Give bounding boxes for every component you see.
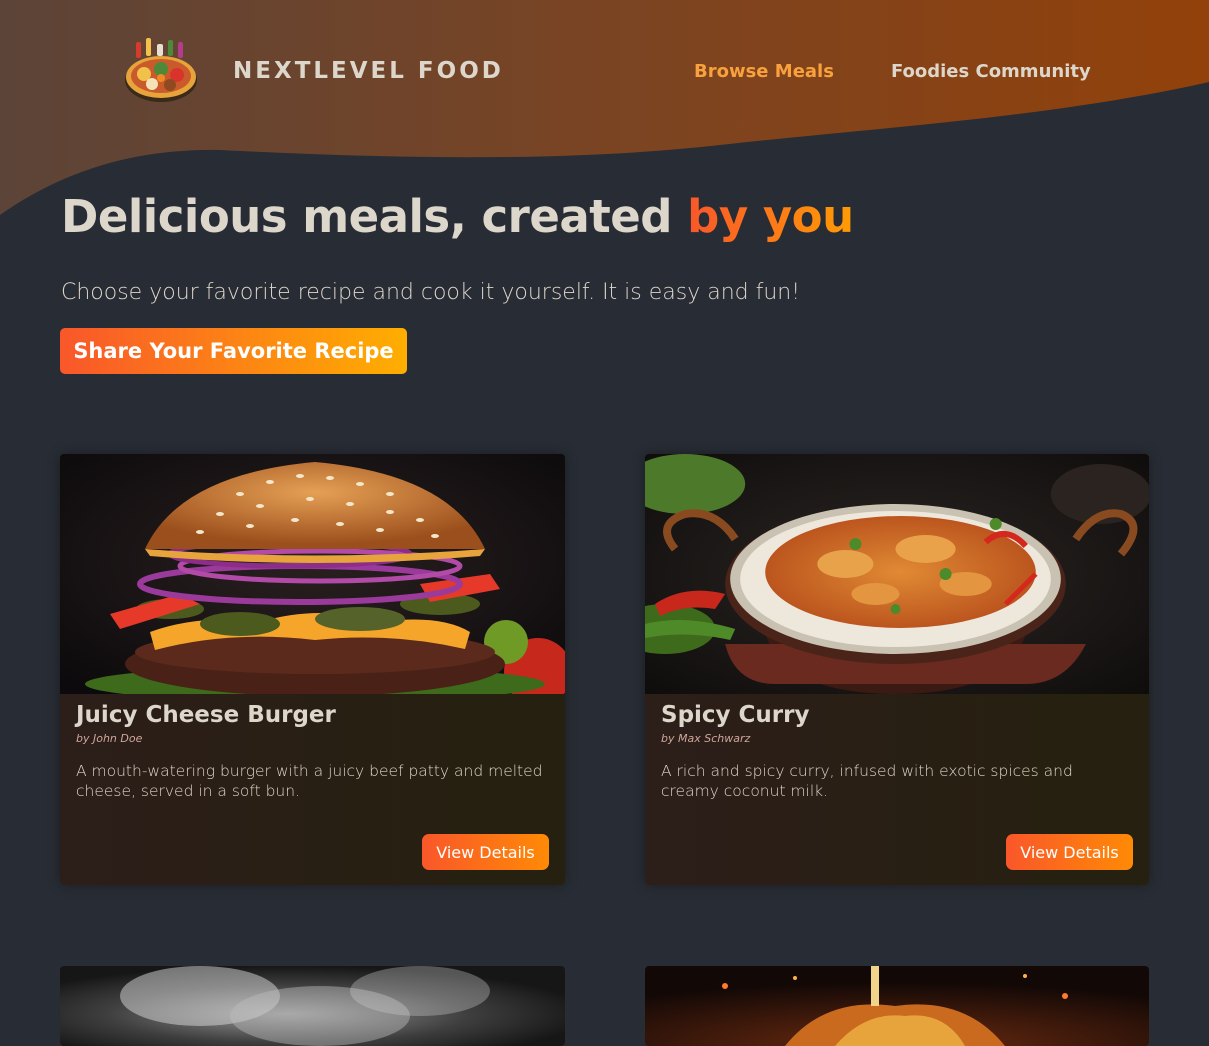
- nav-link-browse-meals[interactable]: Browse Meals: [694, 61, 834, 82]
- main-header: NEXTLEVEL FOOD Browse Meals Foodies Comm…: [0, 0, 1209, 146]
- meal-summary: A mouth-watering burger with a juicy bee…: [76, 762, 543, 800]
- hero-section: Delicious meals, created by you Choose y…: [61, 190, 854, 305]
- meal-title: Spicy Curry: [661, 702, 810, 728]
- logo-link[interactable]: NEXTLEVEL FOOD: [122, 36, 504, 106]
- meal-card-burger: Juicy Cheese Burger by John Doe A mouth-…: [60, 454, 565, 885]
- meal-card-partial-left: [60, 966, 565, 1046]
- title-main-text: Delicious meals, created: [61, 190, 688, 243]
- fried-dish-image: [645, 966, 1149, 1046]
- hero-subtitle: Choose your favorite recipe and cook it …: [61, 280, 801, 305]
- meal-title: Juicy Cheese Burger: [76, 702, 336, 728]
- meal-author: by John Doe: [76, 732, 143, 745]
- share-recipe-button[interactable]: Share Your Favorite Recipe: [60, 328, 407, 374]
- view-details-button[interactable]: View Details: [1006, 834, 1133, 870]
- curry-image: [645, 454, 1149, 694]
- meal-author: by Max Schwarz: [661, 732, 751, 745]
- meal-card-curry: Spicy Curry by Max Schwarz A rich and sp…: [645, 454, 1149, 885]
- smoky-dish-image: [60, 966, 565, 1046]
- food-platter-logo-icon: [125, 38, 197, 102]
- meal-card-partial-right: [645, 966, 1149, 1046]
- nav-link-foodies-community[interactable]: Foodies Community: [891, 61, 1091, 82]
- title-highlight-text: by you: [687, 190, 854, 243]
- view-details-button[interactable]: View Details: [422, 834, 549, 870]
- burger-image: [60, 454, 565, 694]
- meal-summary: A rich and spicy curry, infused with exo…: [661, 762, 1073, 800]
- page-title: Delicious meals, created by you: [61, 190, 854, 243]
- brand-name: NEXTLEVEL FOOD: [233, 58, 504, 84]
- main-nav: Browse Meals Foodies Community: [694, 61, 1091, 82]
